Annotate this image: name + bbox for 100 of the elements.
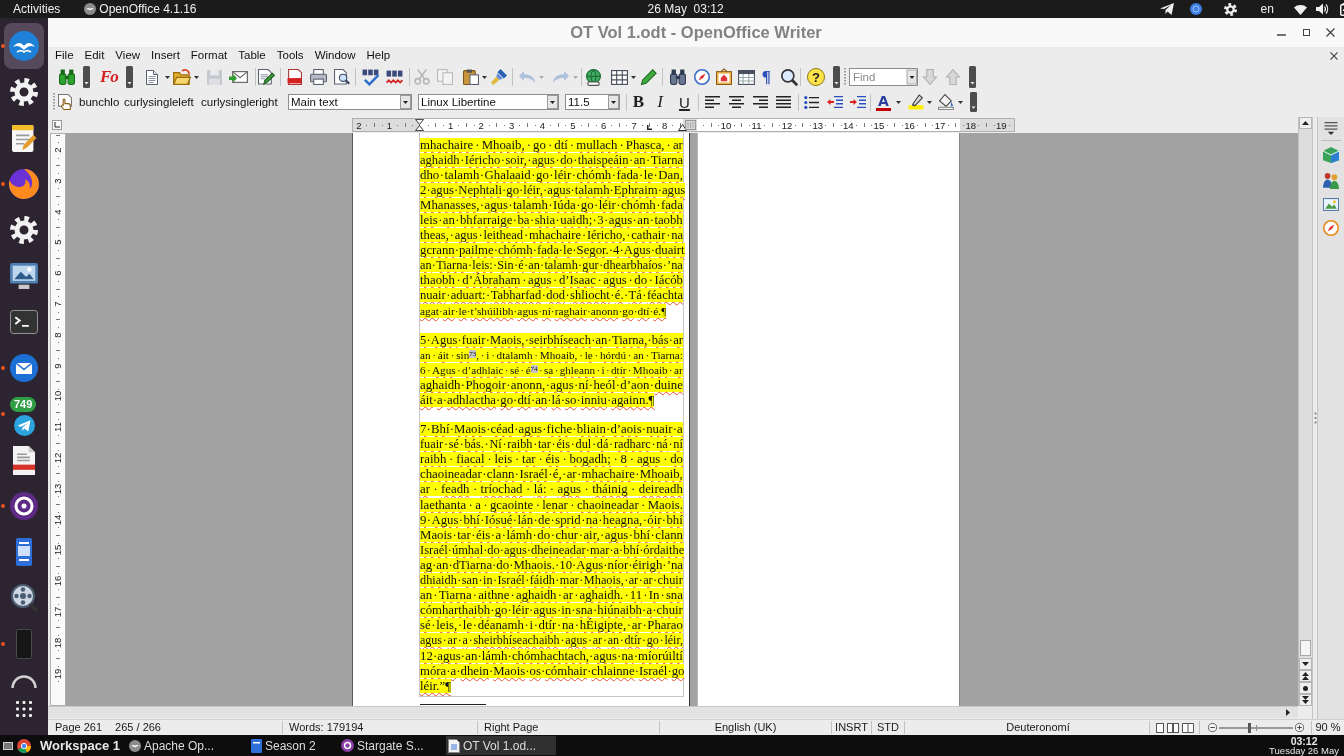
arc-icon[interactable] <box>11 675 37 689</box>
paper-plane-icon[interactable] <box>13 415 35 436</box>
settings-icon[interactable] <box>1223 2 1237 16</box>
italic-button[interactable]: I <box>653 93 667 111</box>
indent-marker-icon[interactable] <box>415 119 425 131</box>
dropdown-arrow-icon[interactable] <box>193 75 199 79</box>
toolbar-options-icon[interactable] <box>969 66 977 88</box>
spellcheck-icon[interactable] <box>361 68 379 86</box>
activities-button[interactable]: Activities <box>13 2 61 16</box>
close-icon[interactable] <box>1326 28 1335 37</box>
help-button[interactable]: ? <box>807 68 826 86</box>
resize-handle-icon[interactable] <box>1313 412 1317 424</box>
menu-item[interactable]: Help <box>361 48 396 63</box>
dot-icon[interactable] <box>1303 685 1308 691</box>
macro-button[interactable]: curlysingleright <box>200 94 282 110</box>
arrow-up-icon[interactable] <box>1302 121 1309 125</box>
bullet-list-icon[interactable] <box>804 95 819 109</box>
menu-item[interactable]: Table <box>232 48 272 63</box>
document-icon[interactable] <box>13 445 35 475</box>
font-name-field[interactable]: Linux Libertine <box>418 94 559 110</box>
dock-item[interactable] <box>4 23 44 69</box>
minimize-icon[interactable] <box>1277 33 1286 36</box>
paste-icon[interactable] <box>462 69 479 85</box>
cube-icon[interactable] <box>1323 147 1339 163</box>
clock[interactable]: 26 May 03:12 <box>647 2 724 16</box>
figures-icon[interactable] <box>1323 173 1339 189</box>
arrow-right-icon[interactable] <box>1286 709 1290 716</box>
two-pages-icon[interactable] <box>1166 722 1179 733</box>
insert-mode-label[interactable]: INSRT <box>835 721 868 734</box>
paper-plane-icon[interactable] <box>1159 3 1174 15</box>
new-document-icon[interactable] <box>145 69 158 85</box>
zoom-icon[interactable] <box>781 68 799 86</box>
navigation-button[interactable] <box>1299 682 1312 694</box>
notebook-icon[interactable] <box>16 538 32 566</box>
menu-item[interactable]: Tools <box>271 48 310 63</box>
menu-item[interactable]: View <box>109 48 146 63</box>
browser-icon[interactable] <box>17 738 31 753</box>
extension-button[interactable]: Fo <box>100 68 118 86</box>
font-color-button[interactable]: A <box>876 93 891 111</box>
menu-item[interactable]: Edit <box>79 48 110 63</box>
disc-icon[interactable] <box>10 492 38 520</box>
scroll-down-button[interactable] <box>1299 658 1312 670</box>
dropdown-arrow-icon[interactable] <box>906 68 919 86</box>
highlighter-icon[interactable] <box>907 94 924 110</box>
vertical-ruler[interactable]: 2 3 4 5 6 7 8 9 10 11 12 13 14 15 16 17 18 19 <box>50 133 66 706</box>
menu-item[interactable]: File <box>49 48 80 63</box>
horizontal-scrollbar[interactable] <box>48 706 1298 718</box>
increase-indent-icon[interactable] <box>850 96 866 108</box>
picture-frame-icon[interactable] <box>715 69 732 85</box>
circle-icon[interactable] <box>1189 3 1202 15</box>
pdf-document-icon[interactable] <box>286 69 302 85</box>
dropdown-arrow-icon[interactable] <box>895 100 901 104</box>
window-list-icon[interactable] <box>3 741 13 750</box>
scroll-up-button[interactable] <box>1299 117 1312 129</box>
maximize-icon[interactable] <box>1303 29 1310 36</box>
macro-button[interactable]: curlysingleleft <box>123 94 198 110</box>
gear-icon[interactable] <box>10 216 38 244</box>
wifi-icon[interactable] <box>1293 3 1307 15</box>
data-table-icon[interactable] <box>737 69 755 85</box>
taskbar-button[interactable]: OT Vol 1.od... <box>445 736 556 755</box>
paintbrush-icon[interactable] <box>490 69 507 85</box>
align-left-icon[interactable] <box>705 96 720 108</box>
menu-item[interactable]: Insert <box>145 48 186 63</box>
paint-bucket-icon[interactable] <box>937 94 954 110</box>
binoculars-icon[interactable] <box>59 69 75 85</box>
tab-stop-icon[interactable] <box>647 125 652 130</box>
justify-icon[interactable] <box>776 96 791 108</box>
landscape-screen-icon[interactable] <box>10 263 38 289</box>
globe-link-icon[interactable] <box>585 68 601 86</box>
zoom-percentage[interactable]: 90 % <box>1315 721 1341 734</box>
compass-icon[interactable] <box>1323 220 1339 236</box>
binoculars-icon[interactable] <box>669 69 686 85</box>
font-size-field[interactable]: 11.5 <box>565 94 620 110</box>
right-indent-marker-icon[interactable] <box>678 124 687 131</box>
table-icon[interactable] <box>610 69 628 85</box>
zoom-in-icon[interactable] <box>1294 723 1304 732</box>
zoom-out-icon[interactable] <box>1207 723 1217 732</box>
menu-item[interactable]: Format <box>185 48 233 63</box>
mail-icon[interactable] <box>10 354 38 382</box>
dropdown-arrow-icon[interactable] <box>926 100 932 104</box>
fox-globe-icon[interactable] <box>9 169 39 199</box>
toolbar-handle-icon[interactable] <box>53 93 55 111</box>
notepad-icon[interactable] <box>11 124 37 152</box>
terminal-icon[interactable] <box>10 310 38 334</box>
single-page-icon[interactable] <box>1155 722 1164 733</box>
page-style-label[interactable]: Deuteronomí <box>1006 721 1070 734</box>
gull-logo-icon[interactable] <box>84 3 97 15</box>
menu-item[interactable]: Window <box>309 48 362 63</box>
tab-type-icon[interactable] <box>52 120 62 130</box>
macro-button[interactable]: bunchlo <box>78 94 121 110</box>
clock-date[interactable]: Tuesday 26 May <box>1269 745 1339 756</box>
align-center-icon[interactable] <box>729 96 744 108</box>
edit-document-icon[interactable] <box>257 69 275 85</box>
keyboard-layout[interactable]: en <box>1260 2 1274 16</box>
document-cursor-icon[interactable] <box>58 94 72 110</box>
selection-mode-label[interactable]: STD <box>877 721 899 734</box>
taskbar-button[interactable]: Stargate S... <box>338 736 446 755</box>
formatting-marks-button[interactable]: ¶ <box>761 68 772 86</box>
horizontal-ruler[interactable]: 2 1 1 2 3 4 5 6 7 8 10 11 12 13 14 15 16 17 18 19 <box>352 118 1015 132</box>
taskbar-button[interactable]: Season 2 <box>248 736 339 755</box>
